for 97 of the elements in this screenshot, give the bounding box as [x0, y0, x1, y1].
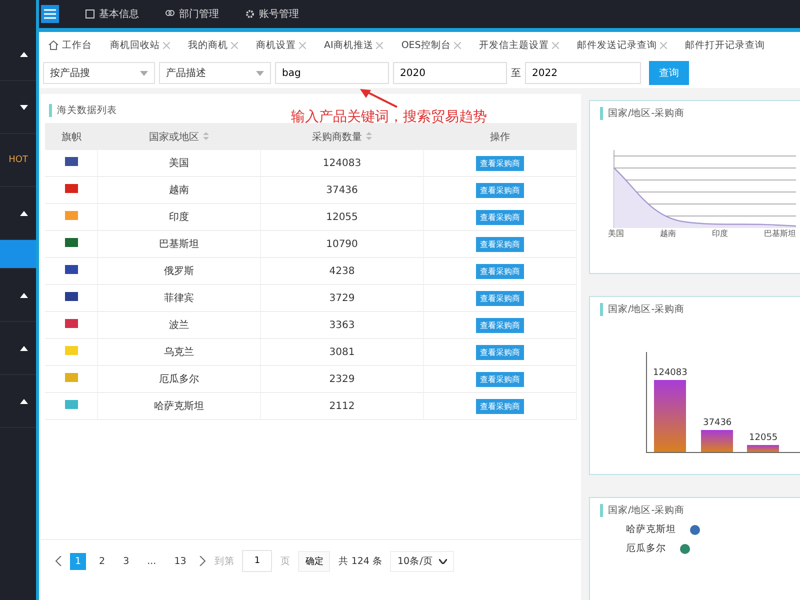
- axis-label: 印度: [712, 228, 728, 239]
- close-icon[interactable]: [299, 42, 306, 48]
- menu-icon: [44, 9, 56, 19]
- tab[interactable]: 我的商机: [179, 38, 247, 52]
- tab[interactable]: 邮件打开记录查询: [676, 38, 774, 52]
- end-year-field[interactable]: 2022: [525, 62, 641, 84]
- settings-icon: [245, 9, 255, 19]
- next-page-icon[interactable]: [199, 556, 206, 566]
- sidebar-item[interactable]: [0, 240, 36, 269]
- search-mode-select[interactable]: 按产品搜: [43, 62, 155, 84]
- table-cell: 3729: [260, 284, 424, 312]
- close-icon[interactable]: [552, 42, 559, 48]
- column-header[interactable]: 操作: [424, 123, 576, 150]
- home-icon: [48, 40, 59, 50]
- bar: [747, 445, 780, 452]
- document-icon: [85, 9, 95, 19]
- tab[interactable]: 商机回收站: [101, 38, 179, 52]
- panel-title: 国家/地区-采购商: [600, 504, 800, 517]
- axis-label: 巴基斯坦: [764, 228, 796, 239]
- bar-value-label: 124083: [653, 368, 688, 378]
- sidebar-item[interactable]: HOT: [0, 134, 36, 187]
- bar: [701, 430, 734, 452]
- column-header[interactable]: 国家或地区: [98, 123, 260, 150]
- start-year-field[interactable]: 2020: [393, 62, 507, 84]
- close-icon[interactable]: [231, 42, 238, 48]
- table-cell: 越南: [98, 176, 260, 204]
- close-icon[interactable]: [163, 42, 170, 48]
- panel-title: 国家/地区-采购商: [600, 303, 800, 316]
- axis-label: 越南: [660, 228, 676, 239]
- annotation-text: 输入产品关键词，搜索贸易趋势: [291, 108, 487, 126]
- tab[interactable]: 工作台: [39, 38, 101, 52]
- annotation-arrow: [359, 88, 399, 108]
- goto-label: 到第: [214, 554, 234, 568]
- caret-icon: [256, 70, 264, 76]
- close-icon[interactable]: [660, 42, 667, 48]
- page-link[interactable]: 3: [118, 552, 134, 570]
- table-cell: 4238: [260, 258, 424, 284]
- table-cell: 厄瓜多尔: [98, 366, 260, 392]
- axis-label: 美国: [608, 228, 624, 239]
- tab[interactable]: 商机设置: [247, 38, 315, 52]
- tab[interactable]: AI商机推送: [315, 38, 392, 52]
- bar-value-label: 37436: [703, 418, 732, 428]
- table-cell: 菲律宾: [98, 284, 260, 312]
- page-link[interactable]: ...: [142, 552, 162, 570]
- table-cell: 12055: [260, 204, 424, 230]
- menu-button[interactable]: [41, 5, 59, 23]
- range-separator: 至: [511, 67, 521, 80]
- tab[interactable]: 邮件发送记录查询: [568, 38, 676, 52]
- close-icon[interactable]: [454, 42, 461, 48]
- table-cell: 3363: [260, 312, 424, 338]
- table-cell: 37436: [260, 176, 424, 204]
- caret-icon: [438, 558, 447, 564]
- nav-link[interactable]: 基本信息: [85, 7, 139, 21]
- page-link[interactable]: 2: [94, 552, 110, 570]
- table-cell: 10790: [260, 230, 424, 258]
- caret-icon: [20, 346, 28, 350]
- table-cell: 印度: [98, 204, 260, 230]
- column-header[interactable]: 采购商数量: [260, 123, 424, 150]
- table-cell: 乌克兰: [98, 338, 260, 366]
- table-cell: 波兰: [98, 312, 260, 338]
- caret-icon: [20, 104, 28, 110]
- legend-label: 哈萨克斯坦: [626, 523, 676, 536]
- panel-title: 国家/地区-采购商: [600, 107, 800, 120]
- nav-link[interactable]: 部门管理: [165, 7, 219, 21]
- sort-icon: [366, 132, 372, 140]
- caret-icon: [20, 210, 28, 216]
- people-icon: [165, 9, 175, 19]
- page-number-field[interactable]: 1: [242, 550, 272, 572]
- table-cell: 2112: [260, 392, 424, 420]
- tab[interactable]: 开发信主题设置: [470, 38, 568, 52]
- total-count: 共 124 条: [338, 554, 382, 568]
- caret-icon: [20, 52, 28, 56]
- table-cell: 俄罗斯: [98, 258, 260, 284]
- field-select[interactable]: 产品描述: [159, 62, 271, 84]
- table-cell: 124083: [260, 150, 424, 176]
- table-cell: 3081: [260, 338, 424, 366]
- page-size-select[interactable]: 10条/页: [390, 550, 454, 572]
- keyword-field[interactable]: bag: [275, 62, 389, 84]
- sort-icon: [203, 132, 209, 140]
- page-unit-label: 页: [280, 554, 290, 568]
- confirm-button[interactable]: 确定: [298, 550, 330, 572]
- close-icon[interactable]: [376, 42, 384, 48]
- previous-page-icon[interactable]: [55, 556, 62, 566]
- column-header[interactable]: 旗帜: [45, 123, 98, 150]
- caret-icon: [20, 398, 28, 404]
- table-cell: 美国: [98, 150, 260, 176]
- nav-link[interactable]: 账号管理: [245, 7, 299, 21]
- caret-icon: [20, 292, 28, 298]
- legend-label: 厄瓜多尔: [626, 542, 666, 555]
- bar-value-label: 12055: [749, 433, 778, 444]
- tab[interactable]: OES控制台: [392, 38, 470, 52]
- table-cell: 2329: [260, 366, 424, 392]
- caret-icon: [140, 70, 148, 76]
- table-cell: 哈萨克斯坦: [98, 392, 260, 420]
- table-cell: 巴基斯坦: [98, 230, 260, 258]
- bar: [654, 380, 686, 452]
- page-link[interactable]: 13: [169, 552, 192, 570]
